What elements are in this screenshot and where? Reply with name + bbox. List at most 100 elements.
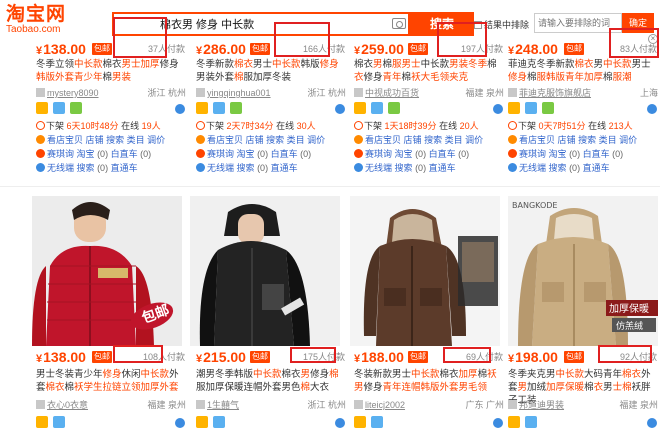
- product-title-link[interactable]: 冬装新款男士中长款棉衣加厚棉袄男修身青年连帽韩版外套男毛领: [354, 368, 506, 394]
- tool-link[interactable]: 看店宝贝: [519, 135, 555, 145]
- close-icon[interactable]: ×: [648, 34, 658, 44]
- delist-time: 6天10时48分: [66, 121, 119, 131]
- product-card[interactable]: ¥286.00 包邮 166人付款 冬季新款棉衣男士中长款韩版修身男装外套棉服加…: [194, 40, 349, 186]
- tool-link[interactable]: 看店宝贝: [47, 135, 83, 145]
- wangwang-icon[interactable]: [541, 102, 554, 114]
- product-card[interactable]: ¥248.00 包邮 83人付款 菲迪克冬季新款棉衣男中长款男士修身棉服韩版青年…: [506, 40, 660, 186]
- tool-link[interactable]: 白直车: [271, 149, 298, 159]
- product-photo-brown-coat[interactable]: [350, 196, 500, 346]
- search-button[interactable]: 搜索: [410, 12, 474, 36]
- exclude-results-toggle[interactable]: 结果中排除: [474, 18, 534, 32]
- product-card[interactable]: ¥215.00 包邮 175人付款 潮男冬季韩版中长款棉衣男修身棉服加厚保暖连帽…: [194, 348, 349, 436]
- tool-link[interactable]: 搜索: [237, 163, 255, 173]
- info-icon[interactable]: [647, 104, 657, 114]
- tool-link[interactable]: 搜索: [424, 135, 442, 145]
- product-title-link[interactable]: 冬季立领中长款棉衣男士加厚修身韩版外套青少年棉男装: [36, 58, 188, 84]
- shop-name-link[interactable]: 衣心0衣意: [47, 400, 88, 410]
- tool-link[interactable]: 搜索: [266, 135, 284, 145]
- tool-link[interactable]: 无线端: [207, 163, 234, 173]
- gold-seller-icon: [508, 102, 520, 114]
- tool-link[interactable]: 无线端: [47, 163, 74, 173]
- product-title-link[interactable]: 冬季新款棉衣男士中长款韩版修身男装外套棉服加厚冬装: [196, 58, 348, 84]
- tool-link[interactable]: 无线端: [519, 163, 546, 173]
- product-title-link[interactable]: 男士冬装青少年修身休闲中长款外套棉衣棉袄学生拉链立领加厚外套: [36, 368, 188, 394]
- info-icon[interactable]: [335, 418, 345, 428]
- shop-name-link[interactable]: liteicj2002: [365, 400, 405, 410]
- info-icon[interactable]: [493, 104, 503, 114]
- tool-link[interactable]: 搜索: [106, 135, 124, 145]
- camera-search-icon[interactable]: [392, 18, 406, 29]
- tool-link[interactable]: 淘宝: [549, 149, 567, 159]
- search-input[interactable]: [160, 15, 370, 33]
- info-icon[interactable]: [335, 104, 345, 114]
- wangwang-icon[interactable]: [229, 102, 242, 114]
- tool-link[interactable]: 搜索: [395, 163, 413, 173]
- tool-link[interactable]: 直通车: [583, 163, 610, 173]
- tool-link[interactable]: 搜索: [549, 163, 567, 173]
- exclude-words-input[interactable]: [534, 13, 622, 33]
- tool-link[interactable]: 调价: [147, 135, 165, 145]
- info-icon[interactable]: [175, 104, 185, 114]
- tool-link[interactable]: 赛琪询: [519, 149, 546, 159]
- tool-link[interactable]: 淘宝: [77, 149, 95, 159]
- wangwang-icon[interactable]: [69, 102, 82, 114]
- shop-name-link[interactable]: mystery8090: [47, 88, 99, 98]
- shop-name-link[interactable]: 中视成功百货: [365, 88, 419, 98]
- tool-link[interactable]: 直通车: [271, 163, 298, 173]
- tool-link[interactable]: 调价: [619, 135, 637, 145]
- price-value: 215.00: [203, 349, 246, 365]
- shop-name-link[interactable]: 菲迪克服饰旗舰店: [519, 88, 591, 98]
- clock-icon: [508, 121, 517, 130]
- tool-link[interactable]: 类目: [445, 135, 463, 145]
- tool-link[interactable]: 类目: [287, 135, 305, 145]
- product-title-link[interactable]: 棉衣男棉服男士中长款男装冬季棉衣修身青年棉袄大毛领夹克: [354, 58, 506, 84]
- product-photo-black-parka[interactable]: [190, 196, 340, 346]
- tool-link[interactable]: 类目: [599, 135, 617, 145]
- product-title-link[interactable]: 潮男冬季韩版中长款棉衣男修身棉服加厚保暖连帽外套男色棉大衣: [196, 368, 348, 394]
- product-title-link[interactable]: 冬季夹克男中长款大码青年棉衣外套男加绒加厚保暖棉衣男士棉袄胖子工装: [508, 368, 660, 406]
- product-photo-khaki-jacket[interactable]: BANGKODE 加厚保暖 仿羔绒: [508, 196, 658, 346]
- tool-link[interactable]: 赛琪询: [365, 149, 392, 159]
- tool-link[interactable]: 白直车: [583, 149, 610, 159]
- tool-link[interactable]: 淘宝: [237, 149, 255, 159]
- tool-link[interactable]: 赛琪询: [47, 149, 74, 159]
- product-card[interactable]: ¥198.00 包邮 92人付款 冬季夹克男中长款大码青年棉衣外套男加绒加厚保暖…: [506, 348, 660, 436]
- tool-link[interactable]: 调价: [465, 135, 483, 145]
- tool-link[interactable]: 类目: [127, 135, 145, 145]
- mobile-icon: [508, 163, 517, 172]
- tool-link[interactable]: 店铺: [246, 135, 264, 145]
- info-icon[interactable]: [647, 418, 657, 428]
- tool-link[interactable]: 看店宝贝: [365, 135, 401, 145]
- wangwang-icon[interactable]: [387, 102, 400, 114]
- tool-link[interactable]: 直通车: [111, 163, 138, 173]
- tool-link[interactable]: 淘宝: [395, 149, 413, 159]
- product-title-link[interactable]: 菲迪克冬季新款棉衣男中长款男士修身棉服韩版青年加厚棉服潮: [508, 58, 660, 84]
- tool-link[interactable]: 搜索: [578, 135, 596, 145]
- info-icon[interactable]: [175, 418, 185, 428]
- tool-link[interactable]: 搜索: [77, 163, 95, 173]
- shop-name-link[interactable]: 邦道迪男装: [519, 400, 564, 410]
- exclude-confirm-button[interactable]: 确定: [622, 13, 654, 33]
- tool-link[interactable]: 无线端: [365, 163, 392, 173]
- product-card[interactable]: ¥188.00 包邮 69人付款 冬装新款男士中长款棉衣加厚棉袄男修身青年连帽韩…: [352, 348, 507, 436]
- checkbox-icon[interactable]: [474, 21, 482, 29]
- shop-row: mystery8090 浙江 杭州: [36, 86, 188, 100]
- tool-link[interactable]: 白直车: [111, 149, 138, 159]
- shop-name-link[interactable]: 1生囍气: [207, 400, 239, 410]
- tool-link[interactable]: 调价: [307, 135, 325, 145]
- tool-link[interactable]: 白直车: [429, 149, 456, 159]
- tool-link[interactable]: 赛琪询: [207, 149, 234, 159]
- tool-link[interactable]: 店铺: [86, 135, 104, 145]
- product-card[interactable]: ¥138.00 包邮 37人付款 冬季立领中长款棉衣男士加厚修身韩版外套青少年棉…: [34, 40, 189, 186]
- tool-link[interactable]: 店铺: [558, 135, 576, 145]
- taobao-logo[interactable]: 淘宝网 Taobao.com: [6, 4, 102, 38]
- price: ¥215.00: [196, 349, 246, 365]
- tool-link[interactable]: 直通车: [429, 163, 456, 173]
- product-card[interactable]: ¥138.00 包邮 108人付款 男士冬装青少年修身休闲中长款外套棉衣棉袄学生…: [34, 348, 189, 436]
- product-card[interactable]: ¥259.00 包邮 197人付款 棉衣男棉服男士中长款男装冬季棉衣修身青年棉袄…: [352, 40, 507, 186]
- tool-link[interactable]: 店铺: [404, 135, 422, 145]
- shop-name-link[interactable]: yingqinghua001: [207, 88, 271, 98]
- product-photo-red-jacket[interactable]: 包邮: [32, 196, 182, 346]
- info-icon[interactable]: [493, 418, 503, 428]
- tool-link[interactable]: 看店宝贝: [207, 135, 243, 145]
